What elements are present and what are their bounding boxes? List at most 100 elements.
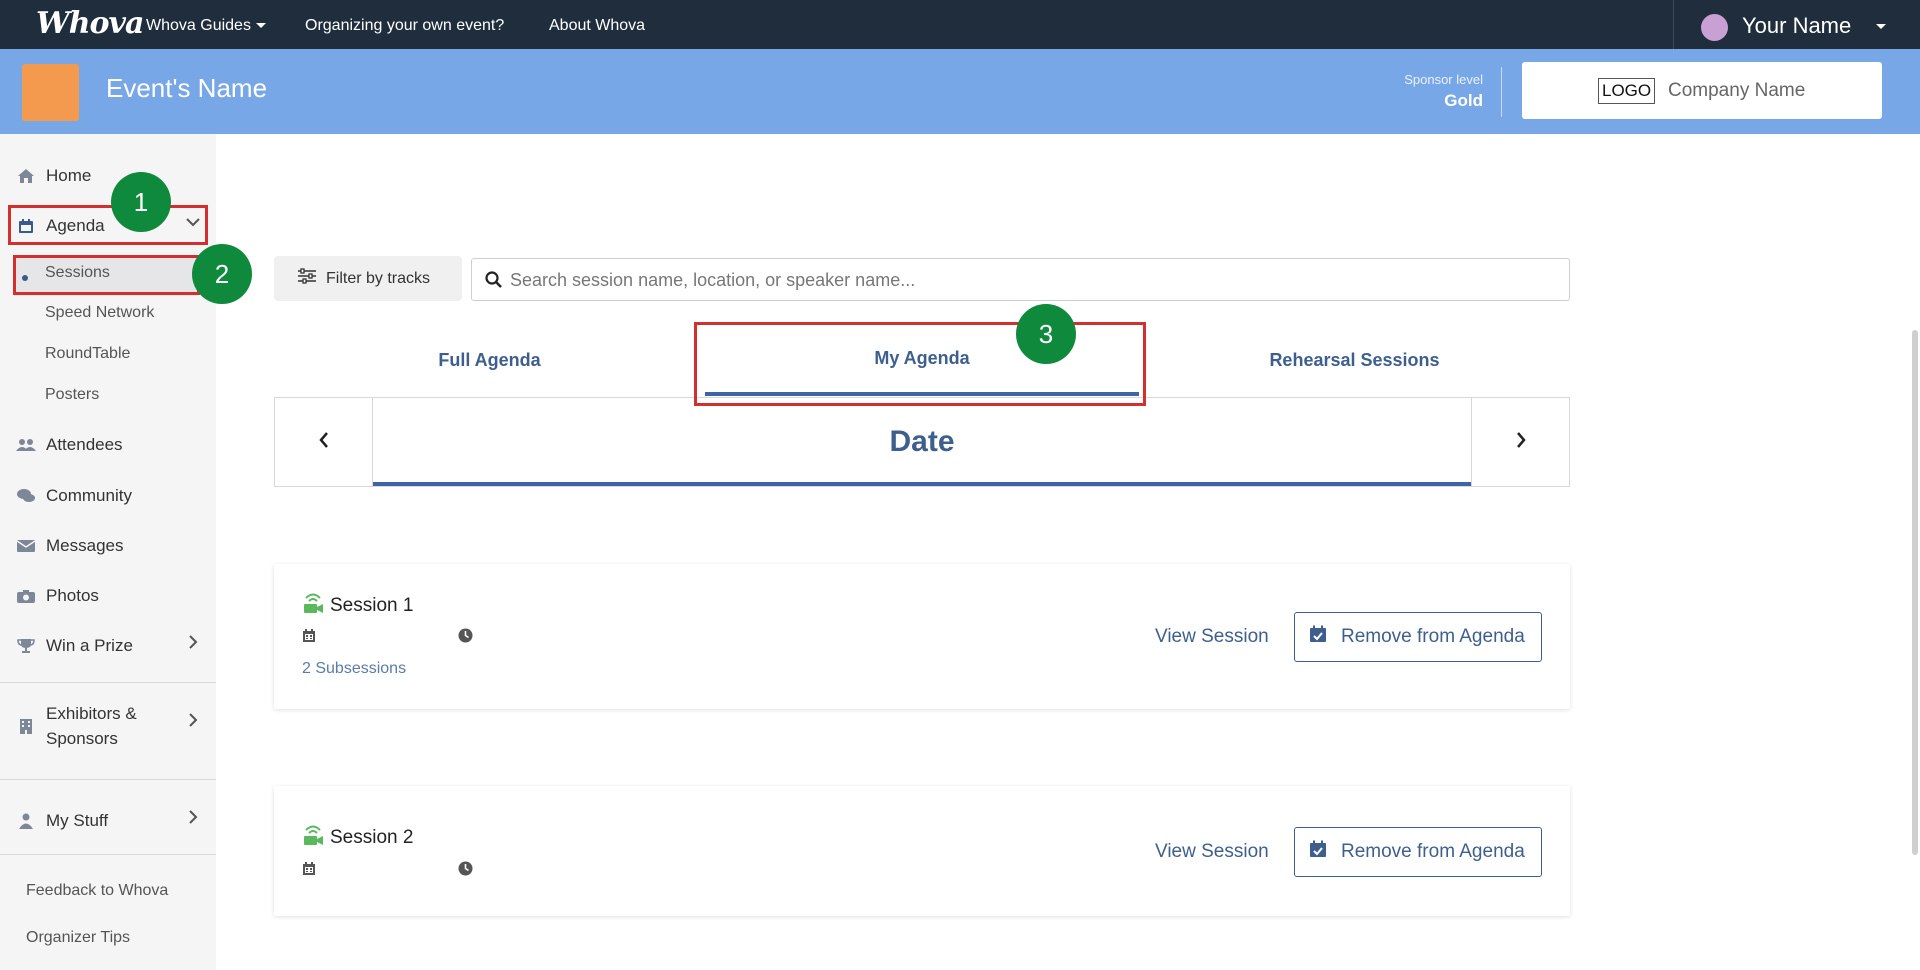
virtual-session-icon (302, 824, 324, 851)
chevron-right-icon[interactable] (185, 634, 201, 655)
whova-logo[interactable]: Whova (36, 6, 144, 41)
view-session-button[interactable]: View Session (1155, 626, 1269, 648)
trophy-icon (16, 638, 36, 654)
annotation-marker-3: 3 (1016, 304, 1076, 364)
sidebar-item-roundtable[interactable]: RoundTable (45, 345, 130, 363)
sponsor-level-label: Sponsor level (1404, 72, 1483, 87)
nav-organizing-event[interactable]: Organizing your own event? (305, 17, 504, 35)
chevron-right-icon[interactable] (185, 809, 201, 830)
user-menu[interactable]: Your Name (1673, 0, 1920, 49)
sidebar-item-community[interactable]: Community (16, 486, 132, 506)
session-card: Session 1 2 Subsessions View Session Rem… (274, 564, 1570, 709)
divider (0, 682, 216, 683)
sidebar-item-label-line1: Exhibitors & (46, 704, 137, 723)
sidebar-item-label: Attendees (46, 435, 123, 454)
chevron-right-icon[interactable] (185, 712, 201, 733)
event-logo (22, 64, 79, 121)
home-icon (16, 168, 36, 184)
event-header: Event's Name Sponsor level Gold LOGO Com… (0, 49, 1920, 134)
annotation-marker-2: 2 (192, 244, 252, 304)
sidebar-item-label: Messages (46, 536, 124, 555)
caret-down-icon (1876, 24, 1886, 29)
top-navbar: Whova Whova Guides Organizing your own e… (0, 0, 1920, 49)
nav-about-whova[interactable]: About Whova (549, 17, 645, 35)
scrollbar[interactable] (1912, 330, 1918, 855)
tab-full-agenda[interactable]: Full Agenda (274, 350, 705, 371)
sidebar-organizer-tips-link[interactable]: Organizer Tips (26, 929, 130, 947)
sidebar-feedback-link[interactable]: Feedback to Whova (26, 882, 168, 900)
search-input[interactable] (510, 264, 1550, 296)
sidebar-item-label-line2: Sponsors (46, 729, 118, 748)
sidebar-item-messages[interactable]: Messages (16, 536, 123, 556)
sliders-icon (298, 268, 316, 289)
sidebar-item-label: Exhibitors & Sponsors (46, 701, 137, 751)
nav-whova-guides[interactable]: Whova Guides (146, 17, 266, 35)
sidebar-item-home[interactable]: Home (16, 166, 91, 186)
date-label[interactable]: Date (373, 398, 1471, 486)
search-icon (485, 271, 503, 294)
envelope-icon (16, 539, 36, 553)
session-meta (302, 861, 473, 881)
date-navigator: Date (274, 398, 1570, 487)
remove-from-agenda-button[interactable]: Remove from Agenda (1294, 612, 1542, 662)
sponsor-level-value: Gold (1444, 91, 1483, 110)
sidebar-item-label: My Stuff (46, 811, 109, 830)
nav-whova-guides-label: Whova Guides (146, 17, 251, 34)
sidebar-item-speed-network[interactable]: Speed Network (45, 304, 154, 322)
session-title[interactable]: Session 2 (330, 827, 413, 849)
annotation-box-agenda (8, 205, 208, 245)
filter-label: Filter by tracks (326, 269, 431, 287)
next-date-button[interactable] (1471, 398, 1569, 486)
user-name: Your Name (1742, 13, 1852, 38)
search-field[interactable] (471, 258, 1570, 301)
sidebar-item-label: Home (46, 166, 92, 185)
session-title-row: Session 1 (302, 592, 413, 619)
annotation-box-sessions (13, 255, 200, 295)
calendar-check-icon (1309, 840, 1327, 864)
company-card[interactable]: LOGO Company Name (1522, 62, 1882, 119)
prev-date-button[interactable] (275, 398, 373, 486)
session-card: Session 2 View Session Remove from Agend… (274, 786, 1570, 916)
sidebar-item-label: Win a Prize (46, 636, 133, 655)
annotation-box-my-agenda (694, 322, 1146, 406)
sidebar-item-attendees[interactable]: Attendees (16, 435, 123, 455)
building-icon (16, 718, 36, 734)
divider (0, 779, 216, 780)
virtual-session-icon (302, 592, 324, 619)
divider (0, 854, 216, 855)
event-name: Event's Name (106, 73, 268, 103)
chevron-right-icon (1515, 429, 1527, 455)
divider (1501, 67, 1502, 117)
caret-down-icon (255, 23, 266, 29)
session-title-row: Session 2 (302, 824, 413, 851)
sidebar-item-label: Community (46, 486, 132, 505)
date-indicator (373, 482, 1471, 486)
calendar-icon (302, 628, 316, 648)
sidebar-item-label: Photos (46, 586, 99, 605)
avatar (1701, 14, 1728, 41)
chevron-left-icon (318, 429, 330, 455)
sidebar-item-exhibitors-sponsors[interactable]: Exhibitors & Sponsors (16, 701, 137, 751)
session-title[interactable]: Session 1 (330, 595, 413, 617)
session-meta (302, 628, 473, 648)
sidebar-item-win-a-prize[interactable]: Win a Prize (16, 636, 133, 656)
comments-icon (16, 488, 36, 504)
users-icon (16, 438, 36, 452)
view-session-button[interactable]: View Session (1155, 841, 1269, 863)
tab-rehearsal-sessions[interactable]: Rehearsal Sessions (1139, 350, 1570, 371)
remove-from-agenda-label: Remove from Agenda (1341, 841, 1525, 862)
remove-from-agenda-label: Remove from Agenda (1341, 626, 1525, 647)
filter-by-tracks-button[interactable]: Filter by tracks (274, 256, 462, 301)
calendar-icon (302, 861, 316, 881)
sidebar-item-photos[interactable]: Photos (16, 586, 99, 606)
user-icon (16, 813, 36, 829)
calendar-check-icon (1309, 625, 1327, 649)
company-name: Company Name (1668, 80, 1806, 101)
remove-from-agenda-button[interactable]: Remove from Agenda (1294, 827, 1542, 877)
sidebar-item-my-stuff[interactable]: My Stuff (16, 811, 108, 831)
sidebar-item-posters[interactable]: Posters (45, 386, 99, 404)
clock-icon (458, 628, 473, 648)
subsessions-link[interactable]: 2 Subsessions (302, 660, 406, 678)
clock-icon (458, 861, 473, 881)
camera-icon (16, 589, 36, 603)
